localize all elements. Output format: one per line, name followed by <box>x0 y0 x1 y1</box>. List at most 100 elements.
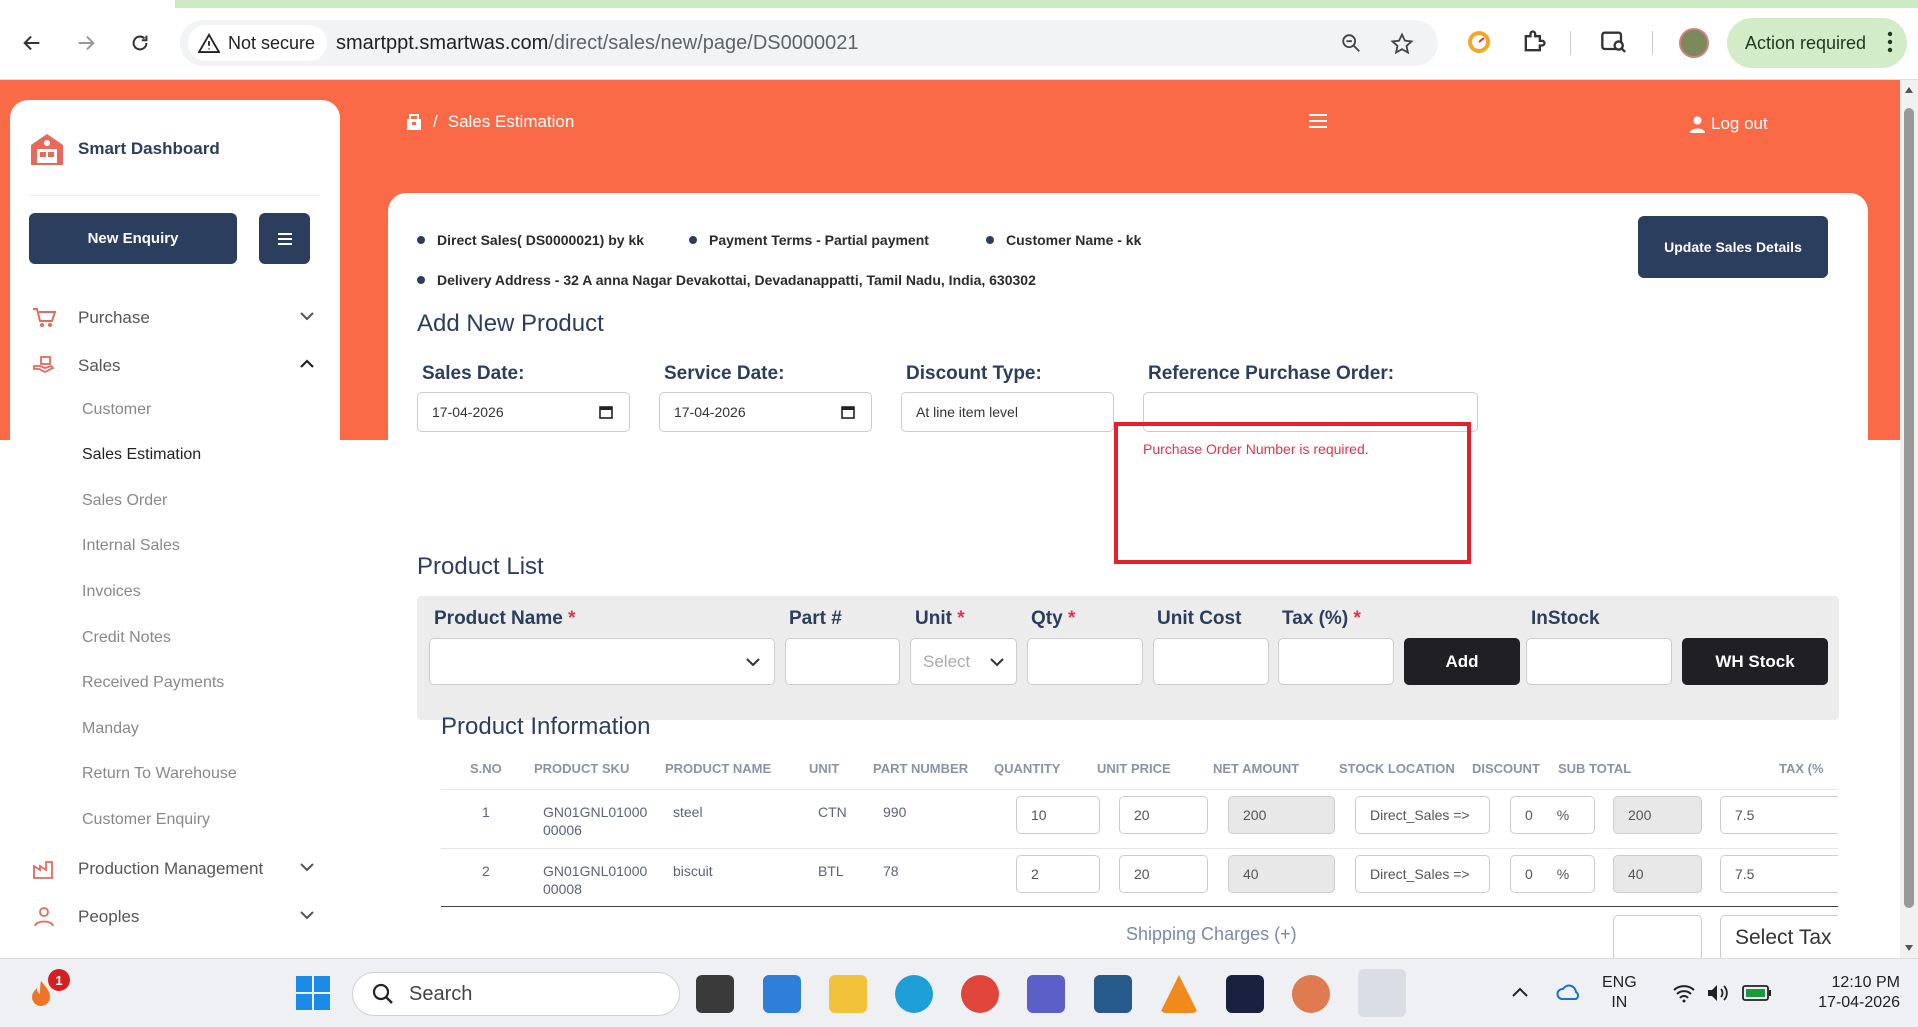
profile-avatar[interactable] <box>1679 28 1709 58</box>
shipping-charges-input[interactable] <box>1613 915 1702 958</box>
row-stock-location-select[interactable]: Direct_Sales => <box>1355 855 1490 893</box>
update-sales-details-button[interactable]: Update Sales Details <box>1638 216 1828 278</box>
delivery-address-info: Delivery Address - 32 A anna Nagar Devak… <box>417 272 1036 288</box>
battery-icon[interactable] <box>1742 983 1772 1003</box>
tab-search-icon[interactable] <box>1600 28 1628 56</box>
unit-label: Unit * <box>915 608 965 629</box>
wifi-icon[interactable] <box>1672 983 1696 1003</box>
bookmark-star-icon[interactable] <box>1390 32 1414 56</box>
chevron-up-icon <box>300 359 314 368</box>
scrollbar-thumb[interactable] <box>1904 108 1914 908</box>
unit-select[interactable]: Select <box>910 638 1017 685</box>
url-text[interactable]: smartppt.smartwas.com/direct/sales/new/p… <box>336 32 858 55</box>
mysql-workbench-icon[interactable] <box>1094 975 1132 1013</box>
product-name-select[interactable] <box>429 638 775 685</box>
column-header: UNIT PRICE <box>1097 761 1171 776</box>
breadcrumb-separator: / <box>433 112 438 131</box>
volume-icon[interactable] <box>1706 983 1730 1003</box>
sidebar-subitem-customer-enquiry[interactable]: Customer Enquiry <box>82 811 210 829</box>
sidebar-item-sales[interactable]: Sales <box>30 351 320 381</box>
wh-stock-button[interactable]: WH Stock <box>1682 638 1828 685</box>
product-list-form: Product Name * Part # Unit * Qty * Unit … <box>417 596 1839 720</box>
taskbar-search[interactable]: Search <box>352 972 680 1016</box>
sidebar-subitem-credit-notes[interactable]: Credit Notes <box>82 629 171 647</box>
zoom-icon[interactable] <box>1340 32 1362 54</box>
service-date-input[interactable]: 17-04-2026 <box>659 392 872 432</box>
discount-type-field[interactable]: At line item level <box>901 392 1114 432</box>
warehouse-logo-icon <box>31 134 63 165</box>
clock[interactable]: 12:10 PM 17-04-2026 <box>1790 973 1900 1013</box>
tray-overflow-icon[interactable] <box>1512 987 1528 997</box>
scroll-down-icon[interactable] <box>1904 944 1914 952</box>
chrome-active-icon[interactable] <box>1358 969 1406 1017</box>
toolbar-divider <box>1652 31 1653 55</box>
windows-start-icon[interactable] <box>295 975 331 1011</box>
row-quantity-input[interactable]: 10 <box>1016 796 1100 834</box>
task-view-icon[interactable] <box>696 975 734 1013</box>
row-discount-input[interactable]: 0% <box>1510 855 1595 893</box>
file-explorer-icon[interactable] <box>829 975 867 1013</box>
vlc-icon[interactable] <box>1160 975 1198 1013</box>
extensions-puzzle-icon[interactable] <box>1520 28 1548 56</box>
edge-icon[interactable] <box>895 975 933 1013</box>
select-tax-dropdown[interactable]: Select Tax <box>1720 915 1838 958</box>
sidebar-subitem-internal-sales[interactable]: Internal Sales <box>82 537 180 555</box>
sales-date-input[interactable]: 17-04-2026 <box>417 392 630 432</box>
row-stock-location-select[interactable]: Direct_Sales => <box>1355 796 1490 834</box>
more-menu-icon[interactable] <box>1887 30 1893 54</box>
action-required-button[interactable]: Action required <box>1727 18 1907 68</box>
unit-cost-input[interactable] <box>1153 638 1269 685</box>
tax-input[interactable] <box>1278 638 1394 685</box>
sidebar-subitem-sales-estimation[interactable]: Sales Estimation <box>82 446 201 464</box>
sidebar-item-production-management[interactable]: Production Management <box>30 854 320 884</box>
address-bar[interactable]: Not secure smartppt.smartwas.com/direct/… <box>180 20 1438 66</box>
claude-app-icon[interactable] <box>1292 975 1330 1013</box>
brand[interactable]: Smart Dashboard <box>28 130 220 168</box>
browser-toolbar: Not secure smartppt.smartwas.com/direct/… <box>0 0 1918 80</box>
qty-input[interactable] <box>1027 638 1143 685</box>
security-chip[interactable]: Not secure <box>188 25 328 61</box>
sidebar-subitem-return-to-warehouse[interactable]: Return To Warehouse <box>82 765 237 783</box>
sidebar-item-purchase[interactable]: Purchase <box>30 303 320 333</box>
new-enquiry-button[interactable]: New Enquiry <box>29 213 237 264</box>
logout-link[interactable]: Log out <box>1690 114 1768 134</box>
row-discount-input[interactable]: 0% <box>1510 796 1595 834</box>
calendar-icon[interactable] <box>841 405 855 419</box>
onedrive-icon[interactable] <box>1556 981 1582 1003</box>
row-tax-input[interactable]: 7.5 <box>1720 796 1838 834</box>
sidebar-subitem-invoices[interactable]: Invoices <box>82 583 141 601</box>
customer-name-info: Customer Name - kk <box>986 232 1141 248</box>
language-indicator[interactable]: ENG IN <box>1602 973 1637 1013</box>
add-product-button[interactable]: Add <box>1404 638 1520 685</box>
reload-icon[interactable] <box>124 27 156 59</box>
back-icon[interactable] <box>16 27 48 59</box>
calendar-icon[interactable] <box>599 405 613 419</box>
direct-sales-info: Direct Sales( DS0000021) by kk <box>417 232 644 248</box>
sidebar-item-label: Purchase <box>78 308 150 327</box>
part-input[interactable] <box>785 638 900 685</box>
outlook-icon[interactable] <box>763 975 801 1013</box>
row-sku-line1: GN01GNL01000 <box>543 804 648 820</box>
row-tax-input[interactable]: 7.5 <box>1720 855 1838 893</box>
sidebar-item-peoples[interactable]: Peoples <box>30 902 320 932</box>
row-quantity-input[interactable]: 2 <box>1016 855 1100 893</box>
extension-gauge-icon[interactable] <box>1465 28 1493 56</box>
row-unit-price-input[interactable]: 20 <box>1119 796 1208 834</box>
sidebar-menu-button[interactable] <box>259 213 310 264</box>
chrome-icon[interactable] <box>961 975 999 1013</box>
sidebar-subitem-customer[interactable]: Customer <box>82 401 151 419</box>
arduino-ide-icon[interactable] <box>1226 975 1264 1013</box>
forward-icon[interactable] <box>70 27 102 59</box>
scroll-up-icon[interactable] <box>1904 86 1914 94</box>
page-scrollbar[interactable] <box>1900 80 1918 958</box>
column-header: DISCOUNT <box>1472 761 1540 776</box>
instock-input[interactable] <box>1526 638 1672 685</box>
sidebar-subitem-sales-order[interactable]: Sales Order <box>82 492 167 510</box>
row-unit-price-input[interactable]: 20 <box>1119 855 1208 893</box>
home-icon[interactable] <box>405 113 423 131</box>
sidebar-subitem-received-payments[interactable]: Received Payments <box>82 674 224 692</box>
menu-toggle-icon[interactable] <box>1308 113 1328 129</box>
sidebar-subitem-manday[interactable]: Manday <box>82 720 139 738</box>
column-header: PRODUCT NAME <box>665 761 772 776</box>
teams-icon[interactable] <box>1027 975 1065 1013</box>
